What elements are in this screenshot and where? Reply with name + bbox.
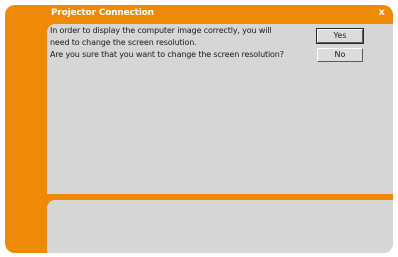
message-line: Are you sure that you want to change the…	[50, 50, 284, 59]
lower-panel	[47, 200, 393, 253]
title-bar[interactable]: Projector Connection x	[5, 5, 393, 24]
yes-button[interactable]: Yes	[316, 28, 364, 44]
no-button[interactable]: No	[317, 48, 363, 62]
message-line: In order to display the computer image c…	[50, 26, 272, 35]
confirmation-message: In order to display the computer image c…	[50, 25, 312, 61]
message-line: need to change the screen resolution.	[50, 38, 197, 47]
dialog-title: Projector Connection	[51, 8, 154, 18]
close-icon[interactable]: x	[379, 7, 385, 18]
